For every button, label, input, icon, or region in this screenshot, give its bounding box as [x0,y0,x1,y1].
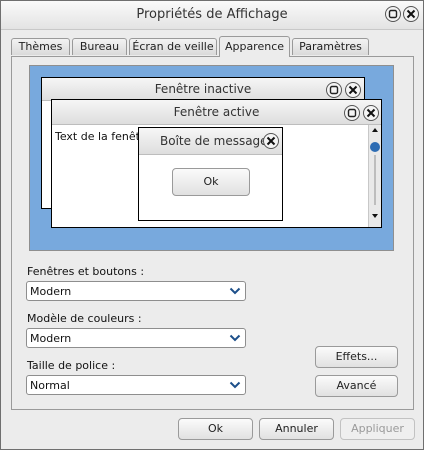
effects-button[interactable]: Effets... [315,346,398,368]
ok-button[interactable]: Ok [178,418,253,440]
inactive-close-button [345,82,361,98]
close-icon [366,108,376,118]
preview-message-box: Boîte de message Ok [138,127,283,221]
active-close-button [363,105,379,121]
color-scheme-select[interactable]: Modern [26,328,246,348]
apply-button[interactable]: Appliquer [340,418,415,440]
chevron-down-icon [229,287,241,295]
window-text-sample: Text de la fenêtre [55,130,141,143]
inactive-maximize-button [326,82,342,98]
chevron-down-icon [229,334,241,342]
title-bar: Propriétés de Affichage [1,1,423,30]
scroll-down-arrow-icon [372,214,378,218]
tab-desktop[interactable]: Bureau [72,38,127,55]
maximize-icon [347,108,357,118]
tab-screensaver[interactable]: Écran de veille [129,38,217,55]
color-scheme-label: Modèle de couleurs : [27,312,142,325]
windows-buttons-label: Fenêtres et boutons : [27,265,145,278]
chevron-down-icon [229,381,241,389]
windows-buttons-value: Modern [30,285,72,298]
font-size-value: Normal [30,379,70,392]
message-ok-button: Ok [172,168,250,196]
cancel-button[interactable]: Annuler [259,418,334,440]
windows-buttons-select[interactable]: Modern [26,281,246,301]
active-maximize-button [344,105,360,121]
color-scheme-value: Modern [30,332,72,345]
close-icon [266,136,276,146]
message-box-title: Boîte de message [139,128,282,155]
scrollbar-graphic [370,128,380,218]
tab-settings[interactable]: Paramètres [292,38,369,55]
window-title: Propriétés de Affichage [136,7,288,22]
display-properties-window: Propriétés de Affichage Thèmes Bureau Éc… [0,0,424,450]
tab-themes[interactable]: Thèmes [11,38,70,55]
scroll-up-arrow-icon [372,128,378,132]
inactive-window-title: Fenêtre inactive [42,78,364,101]
close-icon [406,9,416,19]
message-close-button [263,133,279,149]
active-window-title: Fenêtre active [52,100,381,125]
maximize-button[interactable] [385,6,401,22]
tab-appearance[interactable]: Apparence [219,36,290,57]
close-icon [348,85,358,95]
font-size-label: Taille de police : [27,359,116,372]
font-size-select[interactable]: Normal [26,375,246,395]
maximize-icon [329,85,339,95]
advanced-button[interactable]: Avancé [315,375,398,397]
scroll-thumb [370,142,380,152]
maximize-icon [388,9,398,19]
close-button[interactable] [403,6,419,22]
preview-scrollbar [368,125,381,227]
